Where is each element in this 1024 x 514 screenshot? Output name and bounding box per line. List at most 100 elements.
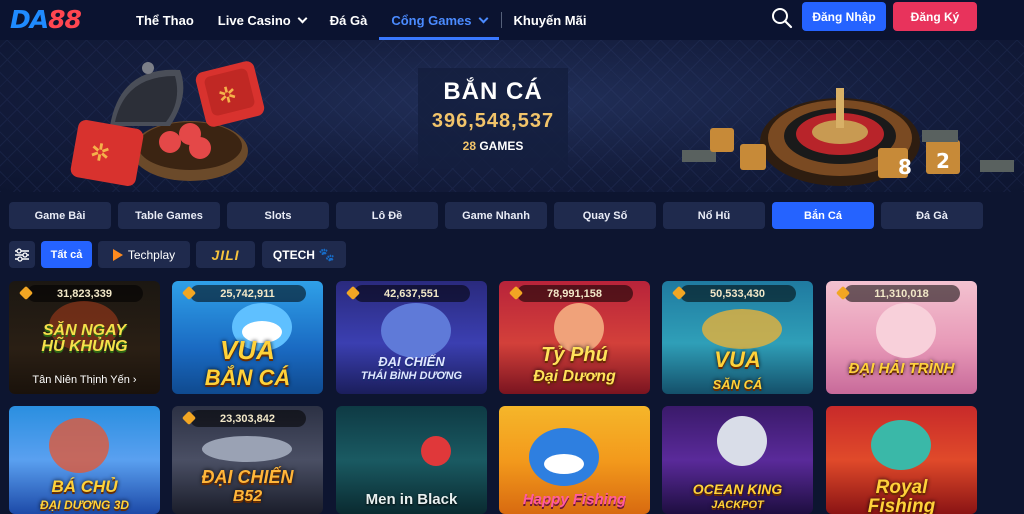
main-nav: Thể Thao Live Casino Đá Gà Cổng Games Kh… bbox=[124, 0, 598, 40]
title-line: ĐẠI HẢI TRÌNH bbox=[848, 360, 955, 377]
svg-text:2: 2 bbox=[936, 149, 950, 173]
tab-game-bai[interactable]: Game Bài bbox=[9, 202, 111, 229]
games-count-word: GAMES bbox=[479, 139, 524, 153]
title-line: Men in Black bbox=[365, 491, 458, 508]
jackpot-counter: 42,637,551 bbox=[353, 285, 470, 302]
nav-khuyen-mai[interactable]: Khuyến Mãi bbox=[504, 0, 599, 40]
nav-divider bbox=[500, 12, 502, 28]
game-card-tan-nien-thinh-yen[interactable]: 31,823,339 SĂN NGAY HŨ KHỦNG Tân Niên Thị… bbox=[9, 281, 160, 394]
svg-text:8: 8 bbox=[898, 155, 912, 179]
nav-label: Khuyến Mãi bbox=[513, 12, 587, 28]
title-line: THÁI BÌNH DƯƠNG bbox=[360, 370, 463, 382]
jackpot-counter: 31,823,339 bbox=[26, 285, 143, 302]
game-title: Happy Fishing bbox=[499, 492, 650, 507]
title-line: Tỷ Phú bbox=[541, 344, 608, 366]
title-line: SĂN NGAY bbox=[42, 322, 127, 339]
title-line: Đại Dương bbox=[533, 368, 616, 385]
tab-quay-so[interactable]: Quay Số bbox=[554, 202, 656, 229]
title-line: SĂN CÁ bbox=[712, 377, 763, 392]
title-line: Royal bbox=[875, 477, 928, 498]
title-line: BẮN CÁ bbox=[204, 365, 291, 390]
provider-techplay[interactable]: Techplay bbox=[98, 241, 190, 268]
game-title: Men in Black bbox=[336, 492, 487, 507]
category-tabs: Game Bài Table Games Slots Lô Đề Game Nh… bbox=[9, 202, 983, 229]
tab-no-hu[interactable]: Nổ Hũ bbox=[663, 202, 765, 229]
search-icon[interactable] bbox=[771, 7, 793, 29]
game-card-ty-phu-dai-duong[interactable]: 78,991,158 Tỷ Phú Đại Dương bbox=[499, 281, 650, 394]
chevron-down-icon bbox=[297, 13, 308, 23]
roulette-illustration: 8 2 bbox=[682, 88, 1014, 186]
nav-da-ga[interactable]: Đá Gà bbox=[318, 0, 380, 40]
jackpot-counter: 23,303,842 bbox=[189, 410, 306, 427]
game-card-vua-san-ca[interactable]: 50,533,430 VUA SĂN CÁ bbox=[662, 281, 813, 394]
logo-text-da: DA bbox=[10, 5, 49, 34]
logo-text-88: 88 bbox=[48, 5, 82, 34]
game-card-men-in-black[interactable]: Men in Black bbox=[336, 406, 487, 514]
game-title: ĐẠI CHIẾN B52 bbox=[172, 468, 323, 505]
game-subtitle-link[interactable]: Tân Niên Thịnh Yến › bbox=[9, 374, 160, 386]
banner-games-count: 28 GAMES bbox=[418, 139, 568, 153]
nav-live-casino[interactable]: Live Casino bbox=[206, 0, 318, 40]
game-title: ĐẠI CHIẾN THÁI BÌNH DƯƠNG bbox=[336, 355, 487, 382]
title-line: Happy Fishing bbox=[522, 491, 627, 508]
techplay-logo-icon bbox=[112, 248, 123, 261]
filter-button[interactable] bbox=[9, 241, 35, 268]
chevron-down-icon bbox=[478, 13, 488, 23]
title-line: VUA bbox=[714, 347, 761, 372]
provider-all[interactable]: Tất cả bbox=[41, 241, 92, 268]
game-title: VUA BẮN CÁ bbox=[172, 337, 323, 389]
register-button[interactable]: Đăng Ký bbox=[893, 2, 977, 31]
nav-cong-games[interactable]: Cổng Games bbox=[379, 0, 499, 40]
title-line: ĐẠI DƯƠNG 3D bbox=[39, 498, 130, 512]
game-card-dai-chien-b52[interactable]: 23,303,842 ĐẠI CHIẾN B52 bbox=[172, 406, 323, 514]
banner-jackpot-amount: 396,548,537 bbox=[431, 110, 555, 132]
game-card-ocean-king-jackpot[interactable]: OCEAN KING JACKPOT bbox=[662, 406, 813, 514]
provider-jili[interactable]: JILI bbox=[196, 241, 255, 268]
game-title: VUA SĂN CÁ bbox=[662, 349, 813, 393]
tab-table-games[interactable]: Table Games bbox=[118, 202, 220, 229]
game-title: ĐẠI HẢI TRÌNH bbox=[826, 361, 977, 376]
login-button[interactable]: Đăng Nhập bbox=[802, 2, 886, 31]
game-card-dai-chien-thai-binh-duong[interactable]: 42,637,551 ĐẠI CHIẾN THÁI BÌNH DƯƠNG bbox=[336, 281, 487, 394]
game-card-dai-hai-trinh[interactable]: 11,310,018 ĐẠI HẢI TRÌNH bbox=[826, 281, 977, 394]
title-line: JACKPOT bbox=[711, 499, 764, 511]
nav-the-thao[interactable]: Thể Thao bbox=[124, 0, 206, 40]
title-line: BÁ CHỦ bbox=[51, 477, 118, 496]
tab-slots[interactable]: Slots bbox=[227, 202, 329, 229]
title-line: ĐẠI CHIẾN bbox=[201, 467, 294, 487]
site-logo[interactable]: DA88 bbox=[10, 5, 82, 34]
top-header: DA88 Thể Thao Live Casino Đá Gà Cổng Gam… bbox=[0, 0, 1024, 40]
jackpot-counter: 25,742,911 bbox=[189, 285, 306, 302]
banner-title: BẮN CÁ bbox=[443, 78, 543, 105]
provider-qtech[interactable]: QTECH 🐾 bbox=[262, 241, 346, 268]
game-title: BÁ CHỦ ĐẠI DƯƠNG 3D bbox=[9, 478, 160, 512]
title-line: OCEAN KING bbox=[692, 481, 783, 497]
nav-label: Thể Thao bbox=[136, 12, 194, 28]
title-line: ĐẠI CHIẾN bbox=[378, 354, 445, 369]
tab-lo-de[interactable]: Lô Đề bbox=[336, 202, 438, 229]
jackpot-counter: 78,991,158 bbox=[516, 285, 633, 302]
game-title: Tỷ Phú Đại Dương bbox=[499, 345, 650, 385]
paw-icon: 🐾 bbox=[318, 246, 336, 262]
jackpot-counter: 11,310,018 bbox=[843, 285, 960, 302]
game-title: Royal Fishing bbox=[826, 478, 977, 514]
nav-label: Live Casino bbox=[217, 12, 291, 28]
game-title: SĂN NGAY HŨ KHỦNG bbox=[9, 323, 160, 355]
tab-game-nhanh[interactable]: Game Nhanh bbox=[445, 202, 547, 229]
game-title: OCEAN KING JACKPOT bbox=[662, 482, 813, 511]
games-count-number: 28 bbox=[462, 139, 476, 153]
tab-da-ga[interactable]: Đá Gà bbox=[881, 202, 983, 229]
provider-label: Techplay bbox=[127, 247, 176, 262]
jackpot-counter: 50,533,430 bbox=[679, 285, 796, 302]
banner-title-box: BẮN CÁ 396,548,537 28 GAMES bbox=[418, 68, 568, 168]
category-banner: ✲ ✲ 8 2 BẮN CÁ 396,548,537 28 GAMES bbox=[0, 40, 1024, 192]
title-line: HŨ KHỦNG bbox=[41, 338, 128, 355]
game-card-vua-ban-ca[interactable]: 25,742,911 VUA BẮN CÁ bbox=[172, 281, 323, 394]
provider-label: QTECH bbox=[272, 247, 315, 262]
game-card-ba-chu-dai-duong-3d[interactable]: BÁ CHỦ ĐẠI DƯƠNG 3D bbox=[9, 406, 160, 514]
title-line: Fishing bbox=[867, 496, 936, 514]
title-line: VUA bbox=[220, 335, 275, 365]
tab-ban-ca[interactable]: Bắn Cá bbox=[772, 202, 874, 229]
game-card-royal-fishing[interactable]: Royal Fishing bbox=[826, 406, 977, 514]
game-card-happy-fishing[interactable]: Happy Fishing bbox=[499, 406, 650, 514]
